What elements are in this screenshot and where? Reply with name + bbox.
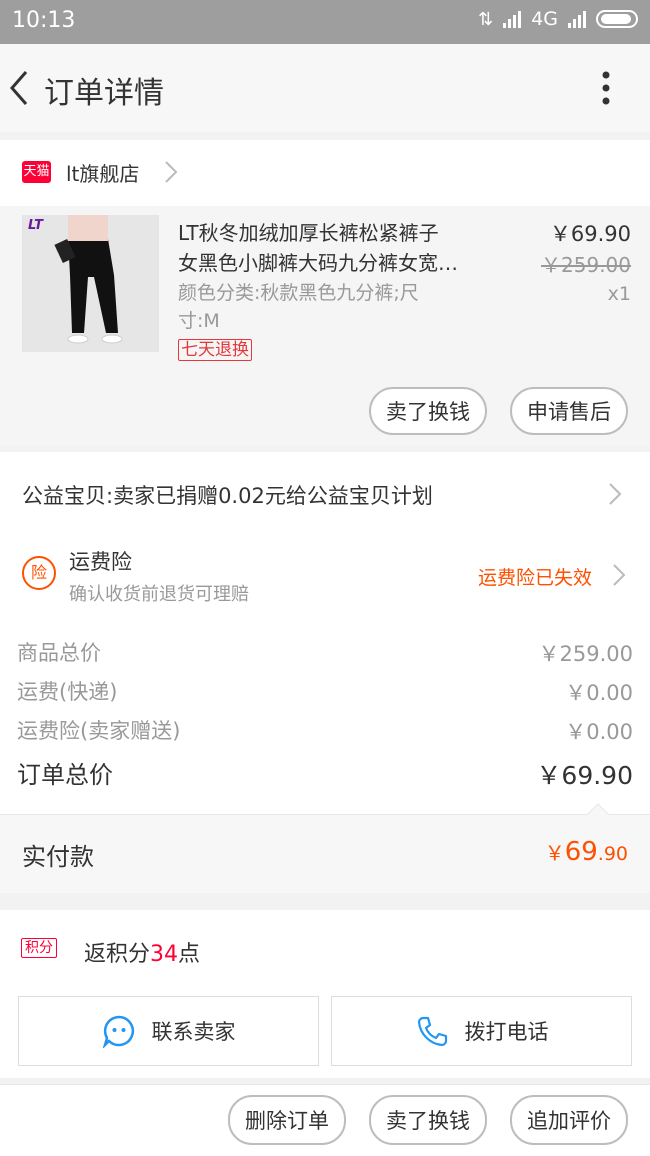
after-sale-button[interactable]: 申请售后 (510, 387, 628, 435)
summary-label-insurance: 运费险(卖家赠送) (17, 719, 181, 743)
network-type: 4G (531, 8, 558, 30)
order-total-value: ￥69.90 (536, 761, 633, 790)
status-icons: ⇅ 4G (478, 8, 638, 30)
caret-up-icon (586, 803, 610, 816)
delete-order-button[interactable]: 删除订单 (228, 1095, 346, 1145)
nav-bar: 订单详情 (0, 44, 650, 132)
price-summary: 商品总价 ￥259.00 运费(快递) ￥0.00 运费险(卖家赠送) ￥0.0… (0, 618, 650, 814)
charity-row[interactable]: 公益宝贝:卖家已捐赠0.02元给公益宝贝计划 (0, 452, 650, 534)
charity-text: 公益宝贝:卖家已捐赠0.02元给公益宝贝计划 (22, 484, 433, 508)
add-review-button[interactable]: 追加评价 (510, 1095, 628, 1145)
summary-value-shipping: ￥0.00 (565, 681, 633, 705)
contact-seller-label: 联系卖家 (151, 1020, 236, 1044)
amount-decimal: .90 (597, 843, 628, 865)
call-phone-button[interactable]: 拨打电话 (331, 996, 632, 1066)
points-value: 34 (150, 942, 179, 967)
more-icon[interactable] (600, 70, 612, 106)
points-row: 积分 返积分34点 (0, 910, 650, 988)
points-text: 返积分34点 (84, 936, 200, 968)
points-prefix: 返积分 (84, 942, 151, 967)
status-bar: 10:13 ⇅ 4G (0, 0, 650, 44)
phone-icon (417, 1016, 447, 1047)
summary-label-shipping: 运费(快递) (17, 680, 118, 704)
chat-bubble-icon (102, 1015, 134, 1048)
store-row[interactable]: 天猫 lt旗舰店 (0, 140, 650, 206)
item-price: ￥69.90 (549, 222, 631, 246)
seven-day-return-tag: 七天退换 (178, 339, 252, 361)
points-badge-icon: 积分 (21, 938, 57, 958)
chevron-right-icon (609, 483, 622, 505)
item-title-line2: 女黑色小脚裤大码九分裤女宽… (178, 251, 458, 275)
item-sku-line1: 颜色分类:秋款黑色九分裤;尺 (178, 282, 419, 304)
insurance-icon: 险 (22, 556, 56, 590)
summary-label-goods: 商品总价 (17, 641, 101, 665)
bottom-action-bar: 删除订单 卖了换钱 追加评价 (0, 1084, 650, 1156)
chevron-right-icon (165, 161, 178, 183)
item-sku-line2: 寸:M (178, 310, 220, 332)
points-suffix: 点 (178, 942, 201, 967)
actual-payment-label: 实付款 (22, 843, 94, 871)
summary-value-goods: ￥259.00 (538, 642, 633, 666)
contact-seller-button[interactable]: 联系卖家 (18, 996, 319, 1066)
battery-icon (596, 10, 638, 28)
product-image (22, 215, 159, 352)
actual-payment-row: 实付款 ￥69.90 (0, 803, 650, 893)
call-phone-label: 拨打电话 (464, 1020, 549, 1044)
brand-logo: LT (28, 218, 43, 233)
item-sku: 颜色分类:秋款黑色九分裤;尺 寸:M (178, 279, 478, 335)
data-transfer-icon: ⇅ (478, 8, 494, 30)
chevron-right-icon (613, 564, 626, 586)
insurance-status: 运费险已失效 (478, 567, 593, 589)
amount-integer: 69 (564, 837, 598, 867)
back-icon[interactable] (8, 68, 30, 108)
product-thumbnail[interactable]: LT (22, 215, 159, 352)
summary-value-insurance: ￥0.00 (565, 720, 633, 744)
page-title: 订单详情 (44, 76, 164, 111)
item-original-price: ￥259.00 (541, 253, 631, 277)
order-total-label: 订单总价 (17, 761, 113, 789)
insurance-subtitle: 确认收货前退货可理赔 (69, 584, 249, 605)
actual-payment-amount: ￥69.90 (545, 837, 628, 867)
insurance-title: 运费险 (69, 550, 132, 574)
store-name: lt旗舰店 (66, 162, 140, 186)
order-item[interactable]: LT LT秋冬加绒加厚长裤松紧裤子 女黑色小脚裤大码九分裤女宽… 颜色分类:秋款… (0, 206, 650, 446)
signal-icon-2 (568, 10, 586, 28)
contact-section: 联系卖家 拨打电话 (0, 988, 650, 1078)
tmall-badge-icon: 天猫 (22, 161, 51, 183)
shipping-insurance-row[interactable]: 险 运费险 确认收货前退货可理赔 运费险已失效 (0, 534, 650, 618)
sell-item-button[interactable]: 卖了换钱 (369, 387, 487, 435)
item-quantity: x1 (607, 283, 631, 305)
currency-symbol: ￥ (544, 841, 565, 865)
signal-icon (503, 10, 522, 28)
sell-button[interactable]: 卖了换钱 (369, 1095, 487, 1145)
status-time: 10:13 (12, 8, 76, 33)
item-title-line1: LT秋冬加绒加厚长裤松紧裤子 (178, 221, 439, 245)
item-title[interactable]: LT秋冬加绒加厚长裤松紧裤子 女黑色小脚裤大码九分裤女宽… (178, 218, 488, 278)
